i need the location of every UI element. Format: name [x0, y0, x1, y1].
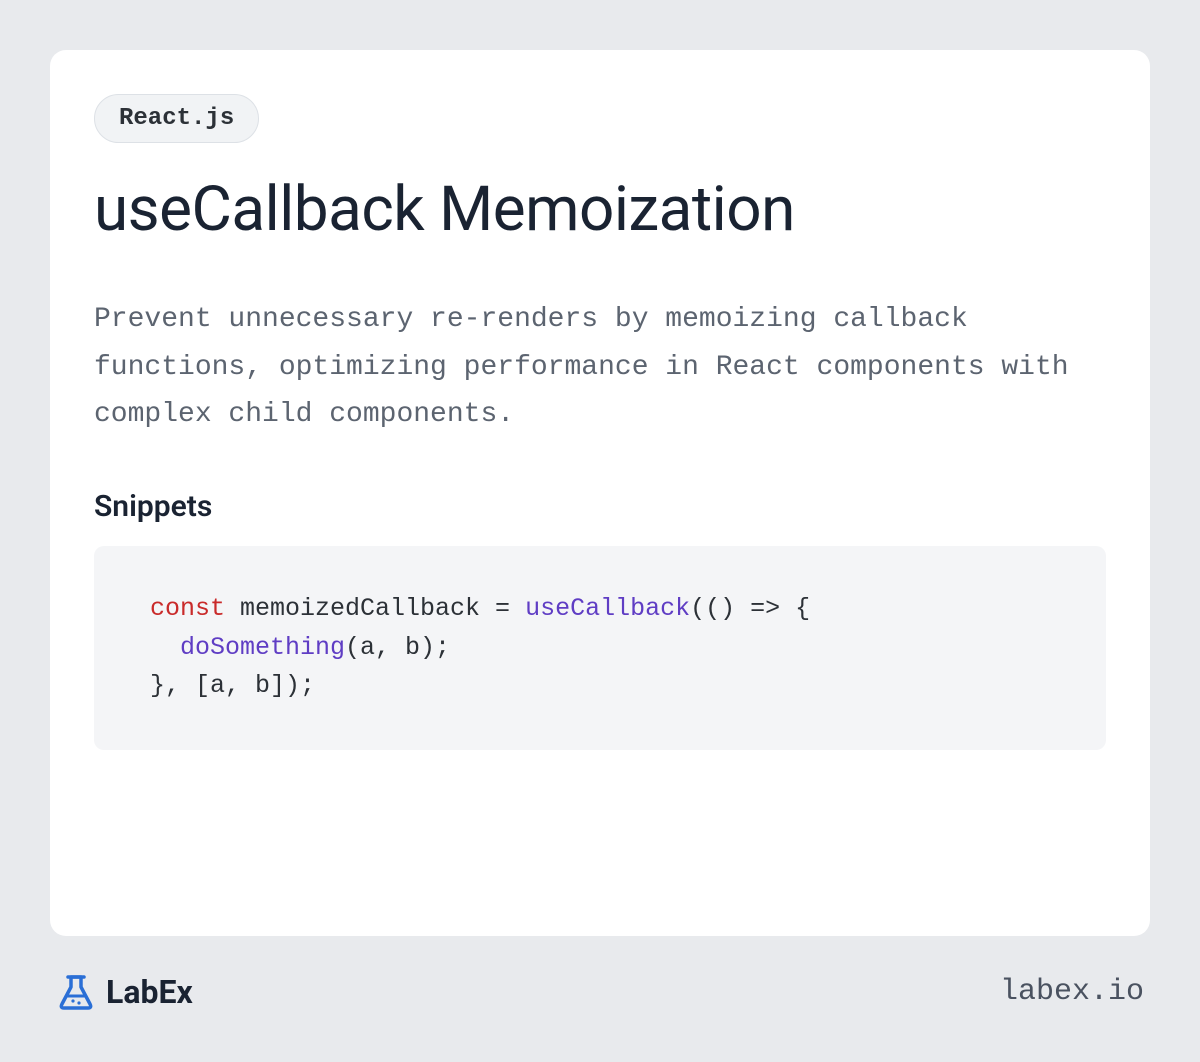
- brand-name: LabEx: [106, 973, 193, 1011]
- snippets-heading: Snippets: [94, 489, 1106, 524]
- content-card: React.js useCallback Memoization Prevent…: [50, 50, 1150, 936]
- description-text: Prevent unnecessary re-renders by memoiz…: [94, 296, 1106, 439]
- code-snippet: const memoizedCallback = useCallback(() …: [94, 546, 1106, 750]
- site-url: labex.io: [1000, 975, 1144, 1009]
- flask-icon: [56, 972, 96, 1012]
- footer: LabEx labex.io: [50, 972, 1150, 1012]
- category-tag: React.js: [94, 94, 259, 143]
- brand-logo: LabEx: [56, 972, 193, 1012]
- page-title: useCallback Memoization: [94, 173, 1106, 246]
